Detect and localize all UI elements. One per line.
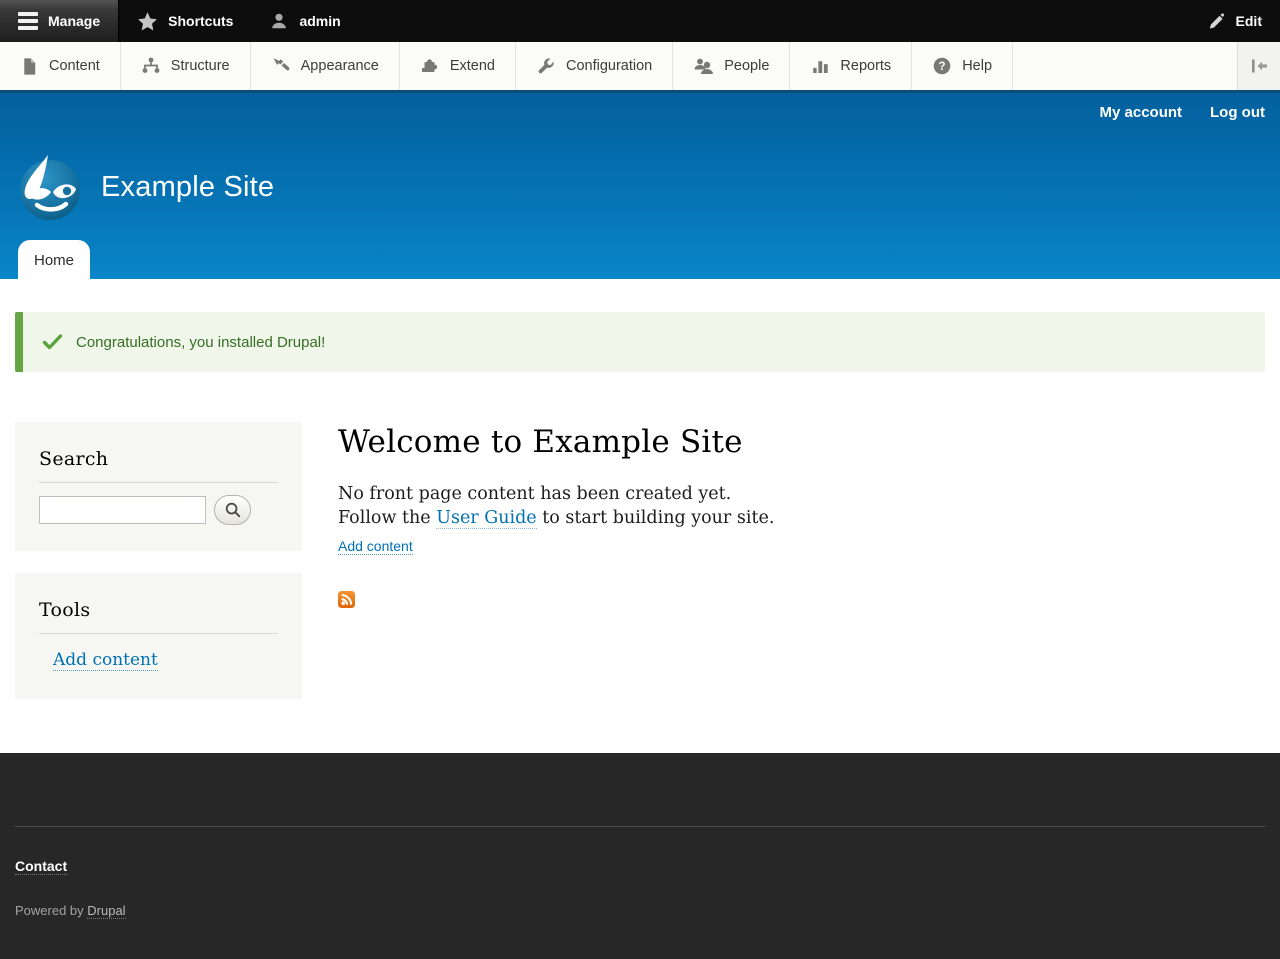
- guide-prefix: Follow the: [338, 508, 437, 528]
- menu-item-label: Reports: [840, 58, 892, 74]
- log-out-link[interactable]: Log out: [1210, 104, 1265, 121]
- menu-item-label: Help: [962, 58, 993, 74]
- site-header: My account Log out Example Site Home: [0, 90, 1280, 279]
- menu-item-extend[interactable]: Extend: [400, 42, 516, 90]
- site-branding: Example Site: [17, 153, 274, 221]
- footer-divider: [15, 753, 1265, 827]
- guide-suffix: to start building your site.: [536, 508, 775, 528]
- search-form: [39, 495, 278, 525]
- tools-add-content-link[interactable]: Add content: [53, 650, 158, 671]
- search-input[interactable]: [39, 496, 206, 524]
- sitemap-icon: [141, 56, 161, 76]
- site-name[interactable]: Example Site: [101, 171, 274, 204]
- powered-by: Powered by Drupal: [15, 903, 1265, 919]
- people-icon: [693, 56, 714, 76]
- user-guide-link[interactable]: User Guide: [436, 508, 537, 529]
- toolbar-edit-label: Edit: [1235, 13, 1262, 29]
- toolbar-user-label: admin: [299, 13, 341, 29]
- drupal-link[interactable]: Drupal: [87, 903, 126, 919]
- toolbar-collapse-button[interactable]: [1237, 42, 1280, 90]
- menu-item-structure[interactable]: Structure: [121, 42, 251, 90]
- toolbar-manage-label: Manage: [48, 13, 101, 29]
- content-row: Search Tools Add content Welcome to Exam…: [15, 422, 1265, 699]
- search-icon: [224, 501, 242, 519]
- status-message-text: Congratulations, you installed Drupal!: [76, 333, 326, 351]
- footer-contact-link[interactable]: Contact: [15, 858, 68, 875]
- rss-feed-link[interactable]: [338, 591, 355, 608]
- rss-icon: [338, 591, 355, 608]
- page: Manage Shortcuts admin Edit Content Stru…: [0, 0, 1280, 959]
- barchart-icon: [810, 56, 830, 76]
- search-block: Search: [15, 422, 302, 551]
- admin-menu-tray: Content Structure Appearance Extend Conf…: [0, 42, 1280, 90]
- my-account-link[interactable]: My account: [1100, 104, 1183, 121]
- menu-item-label: Content: [49, 58, 100, 74]
- wrench-icon: [536, 56, 556, 76]
- file-icon: [20, 57, 39, 76]
- paintbrush-icon: [271, 56, 291, 76]
- search-block-title: Search: [39, 442, 278, 483]
- tools-block: Tools Add content: [15, 573, 302, 699]
- menu-item-label: People: [724, 58, 770, 74]
- add-content-link[interactable]: Add content: [338, 538, 413, 555]
- pencil-icon: [1207, 12, 1226, 31]
- menu-item-label: Extend: [449, 58, 495, 74]
- toolbar-shortcuts[interactable]: Shortcuts: [119, 0, 251, 42]
- toolbar-edit[interactable]: Edit: [1189, 0, 1280, 42]
- tray-spacer: [1013, 42, 1237, 90]
- tab-home[interactable]: Home: [18, 240, 91, 279]
- main-content: Welcome to Example Site No front page co…: [338, 422, 1265, 612]
- check-icon: [42, 333, 63, 351]
- powered-prefix: Powered by: [15, 903, 88, 918]
- menu-item-help[interactable]: ? Help: [912, 42, 1014, 90]
- status-message: Congratulations, you installed Drupal!: [15, 312, 1265, 372]
- site-footer: Contact Powered by Drupal: [0, 753, 1280, 959]
- drupal-logo[interactable]: [17, 153, 83, 221]
- menu-item-label: Appearance: [300, 58, 379, 74]
- menu-item-reports[interactable]: Reports: [790, 42, 913, 90]
- admin-toolbar: Manage Shortcuts admin Edit: [0, 0, 1280, 42]
- user-guide-line: Follow the User Guide to start building …: [338, 506, 1265, 530]
- menu-item-label: Configuration: [566, 58, 653, 74]
- main-area: Congratulations, you installed Drupal! S…: [0, 279, 1280, 753]
- empty-frontpage-text: No front page content has been created y…: [338, 484, 732, 504]
- puzzle-icon: [420, 56, 440, 76]
- question-icon: ?: [932, 56, 952, 76]
- menu-item-content[interactable]: Content: [0, 42, 121, 90]
- star-icon: [137, 11, 158, 32]
- collapse-left-icon: [1249, 57, 1269, 75]
- menu-icon: [18, 12, 38, 30]
- toolbar-shortcuts-label: Shortcuts: [168, 13, 234, 29]
- tools-block-title: Tools: [39, 593, 278, 634]
- secondary-menu: My account Log out: [1100, 104, 1266, 121]
- toolbar-manage[interactable]: Manage: [0, 0, 120, 42]
- svg-text:?: ?: [939, 61, 946, 73]
- user-icon: [269, 11, 289, 31]
- search-submit-button[interactable]: [214, 495, 251, 525]
- menu-item-people[interactable]: People: [673, 42, 791, 90]
- sidebar: Search Tools Add content: [15, 422, 302, 699]
- menu-item-appearance[interactable]: Appearance: [251, 42, 400, 90]
- menu-item-label: Structure: [170, 58, 230, 74]
- page-title: Welcome to Example Site: [338, 424, 743, 460]
- toolbar-user[interactable]: admin: [251, 0, 358, 42]
- menu-item-configuration[interactable]: Configuration: [516, 42, 674, 90]
